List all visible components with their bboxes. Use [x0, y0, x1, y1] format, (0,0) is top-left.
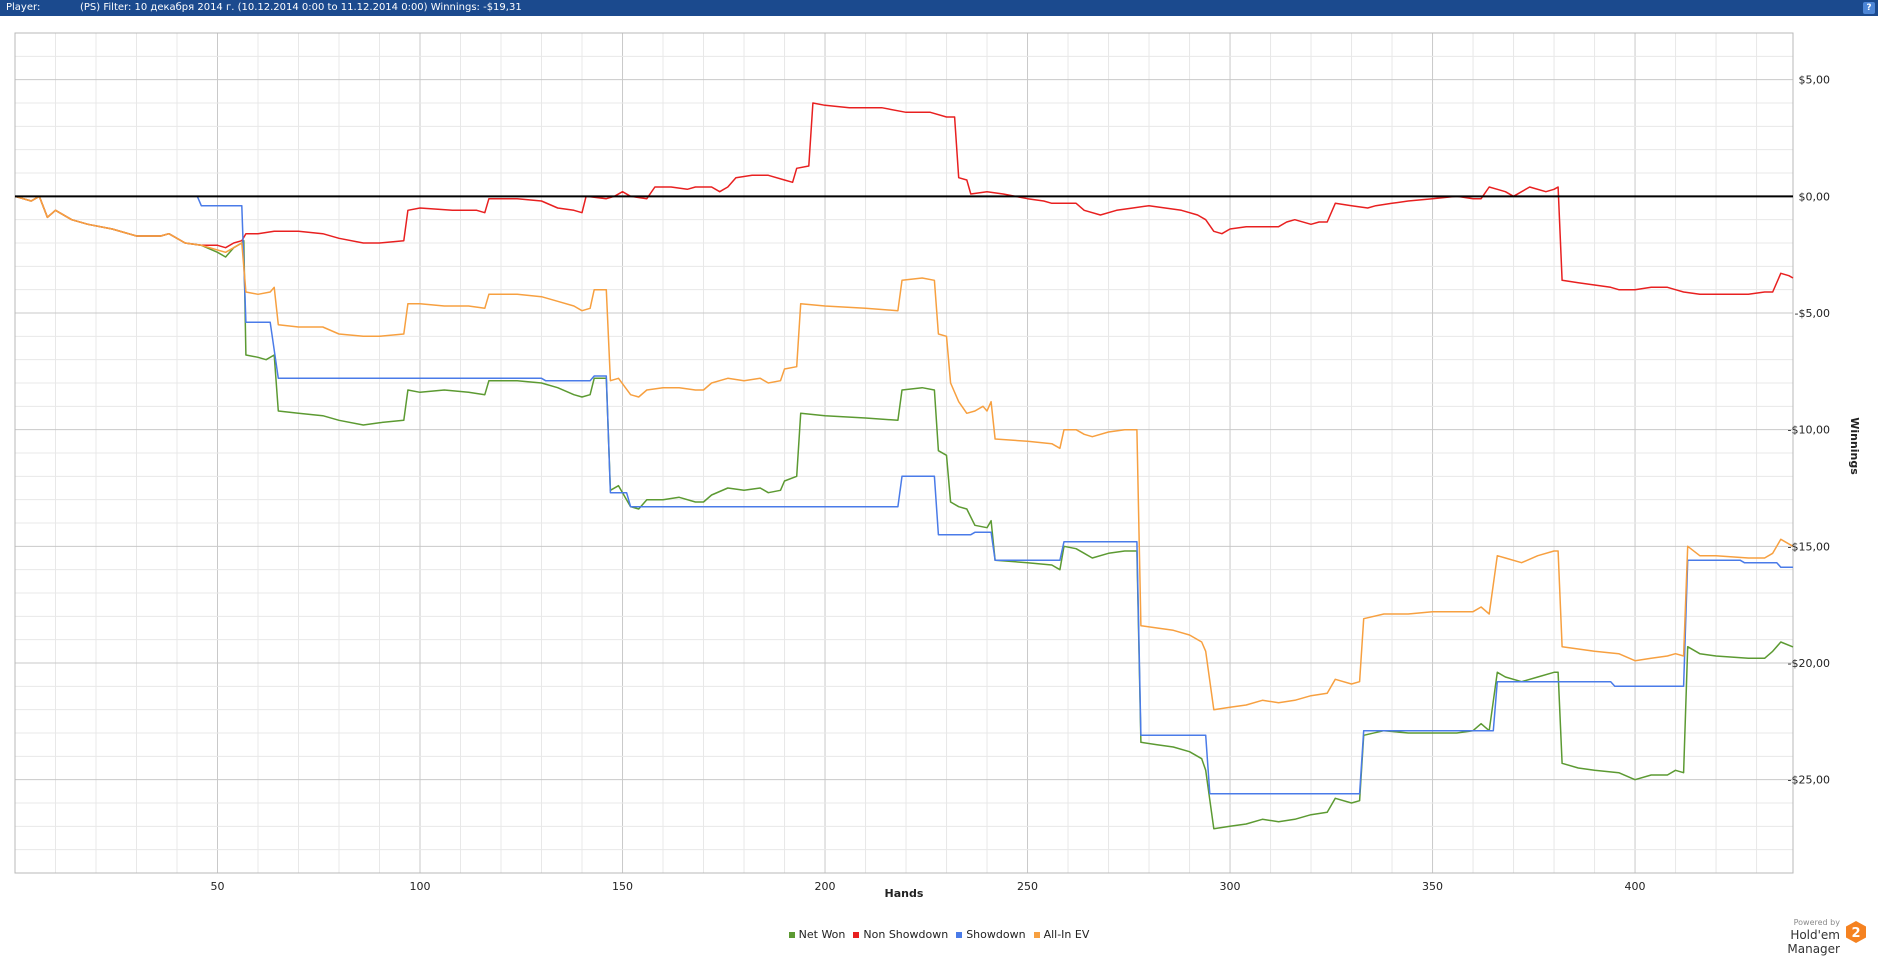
player-label: Player: [6, 2, 41, 13]
legend-swatch [956, 932, 963, 938]
legend-label: Non Showdown [863, 928, 949, 941]
x-axis-label: Hands [885, 887, 924, 900]
legend-swatch [1033, 932, 1040, 938]
y-tick-label: $0,00 [1799, 190, 1831, 203]
product-name: Hold'em Manager [1787, 928, 1840, 956]
chart-legend: Net Won Non Showdown Showdown All-In EV [0, 928, 1878, 941]
y-tick-label: -$10,00 [1788, 424, 1830, 437]
x-tick-label: 150 [612, 880, 633, 893]
series-line-showdown [15, 195, 1793, 795]
x-tick-label: 250 [1017, 880, 1038, 893]
filter-summary: (PS) Filter: 10 декабря 2014 г. (10.12.2… [80, 2, 522, 13]
x-tick-label: 100 [410, 880, 431, 893]
legend-label: Net Won [798, 928, 846, 941]
series-lines [14, 102, 1794, 830]
legend-label: Showdown [966, 928, 1026, 941]
legend-item[interactable]: Non Showdown [853, 928, 948, 941]
x-tick-label: 400 [1625, 880, 1646, 893]
legend-label: All-In EV [1043, 928, 1090, 941]
y-tick-label: $5,00 [1799, 74, 1831, 87]
y-tick-label: -$15,00 [1788, 540, 1830, 553]
y-tick-label: -$20,00 [1788, 657, 1830, 670]
legend-item[interactable]: Net Won [788, 928, 846, 941]
y-tick-label: -$5,00 [1795, 307, 1830, 320]
x-tick-label: 200 [815, 880, 836, 893]
hem2-logo-icon: 2 [1846, 921, 1866, 943]
series-line-non-showdown [14, 102, 1794, 296]
powered-by-text: Powered by [1793, 918, 1840, 927]
hem2-logo-text: 2 [1851, 926, 1860, 941]
x-tick-label: 50 [211, 880, 225, 893]
filter-bar: Player: (PS) Filter: 10 декабря 2014 г. … [0, 0, 1878, 16]
x-tick-label: 350 [1422, 880, 1443, 893]
legend-swatch [853, 932, 860, 938]
y-tick-label: -$25,00 [1788, 774, 1830, 787]
series-line-net-won [14, 195, 1794, 830]
y-axis-ticks: $5,00 $0,00 -$5,00 -$10,00 -$15,00 -$20,00 -$2… [1788, 74, 1830, 787]
chart-grid [15, 33, 1793, 873]
x-tick-label: 300 [1220, 880, 1241, 893]
x-axis-ticks: 50 100 150 200 250 300 350 400 [211, 880, 1646, 893]
powered-by: Powered by Hold'em Manager [1742, 918, 1840, 956]
y-axis-label: Winnings [1848, 417, 1861, 475]
winnings-graph: $5,00 $0,00 -$5,00 -$10,00 -$15,00 -$20,00 -$2… [14, 32, 1861, 900]
legend-swatch [788, 932, 795, 938]
help-button[interactable]: ? [1863, 2, 1875, 14]
legend-item[interactable]: All-In EV [1033, 928, 1090, 941]
legend-item[interactable]: Showdown [956, 928, 1026, 941]
